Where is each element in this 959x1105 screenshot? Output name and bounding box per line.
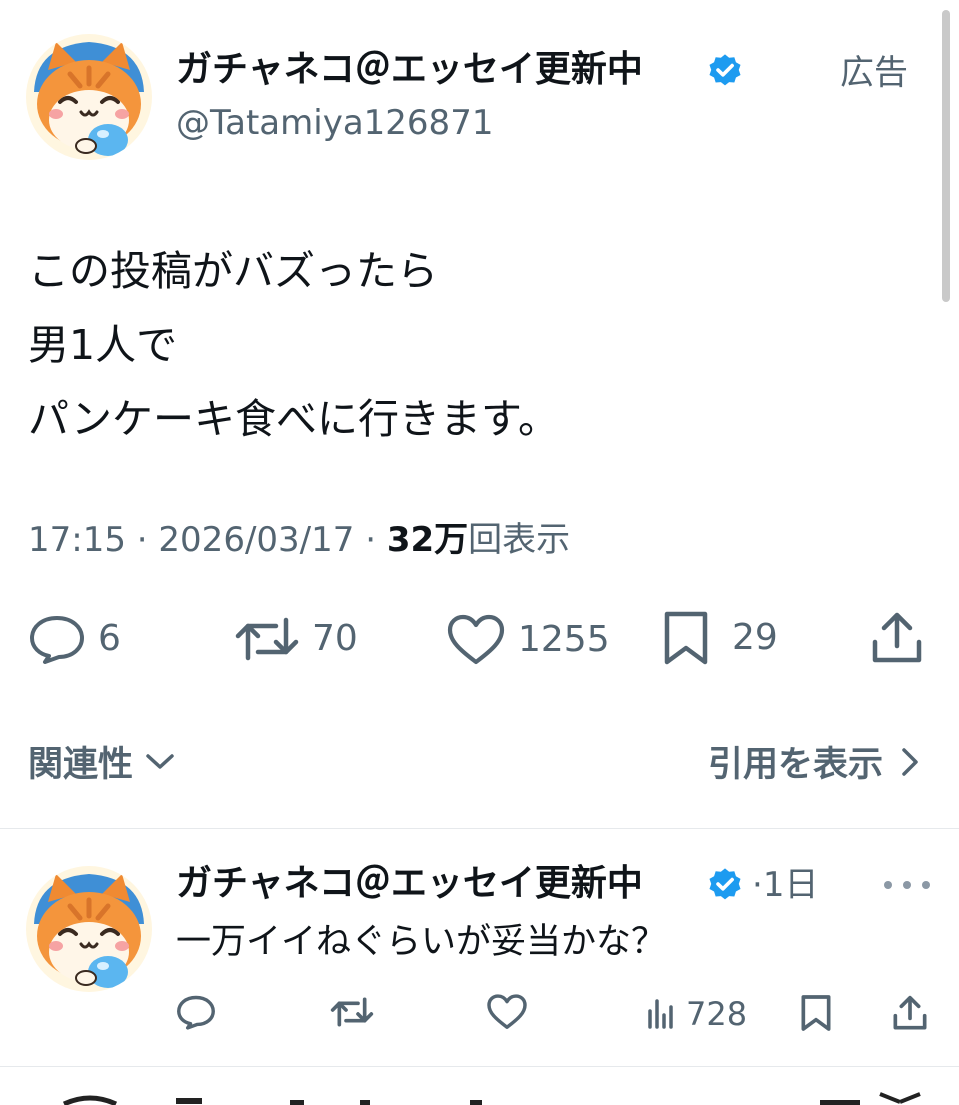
bookmark-button[interactable]: 29 xyxy=(662,610,778,666)
post-meta: 17:15 · 2026/03/17 · 32万回表示 xyxy=(28,518,570,562)
post-text: この投稿がバズったら 男1人で パンケーキ食べに行きます。 xyxy=(28,234,559,456)
sort-relevance-dropdown[interactable]: 関連性 xyxy=(28,736,177,787)
more-icon[interactable] xyxy=(884,872,930,898)
post-text-line: この投稿がバズったら xyxy=(28,247,438,295)
repost-icon xyxy=(235,617,299,661)
share-icon xyxy=(893,995,927,1030)
scrollbar[interactable] xyxy=(942,10,950,302)
reply-icon xyxy=(177,995,215,1030)
author-handle[interactable]: @Tatamiya126871 xyxy=(176,102,493,144)
bookmark-icon xyxy=(801,995,831,1031)
reply-bookmark-button[interactable] xyxy=(800,994,832,1032)
reply-text: 一万イイねぐらいが妥当かな？ xyxy=(176,922,667,962)
repost-icon xyxy=(330,997,374,1027)
reply-views-count: 728 xyxy=(686,995,748,1033)
reply-avatar[interactable] xyxy=(26,866,152,992)
verified-badge-icon xyxy=(709,868,741,900)
chevron-down-icon xyxy=(146,753,174,769)
reply-reply-button[interactable] xyxy=(176,994,216,1030)
post-text-line: パンケーキ食べに行きます。 xyxy=(28,395,559,443)
reply-time: 1日 xyxy=(762,865,819,905)
chevron-right-icon xyxy=(902,747,918,776)
view-quotes-link[interactable]: 引用を表示 xyxy=(708,736,923,787)
meta-separator: · xyxy=(136,520,148,560)
views-count: 32万 xyxy=(386,520,469,560)
reply-icon xyxy=(30,616,84,664)
views-label: 回表示 xyxy=(468,520,571,560)
post-date[interactable]: 2026/03/17 xyxy=(158,520,354,560)
divider xyxy=(0,828,959,829)
reply-like-button[interactable] xyxy=(486,994,528,1030)
author-name[interactable]: ガチャネコ＠エッセイ更新中 xyxy=(176,48,643,92)
repost-count: 70 xyxy=(312,618,358,659)
heart-icon xyxy=(487,994,527,1029)
heart-icon xyxy=(447,614,505,665)
like-count: 1255 xyxy=(518,619,610,660)
reply-views-button[interactable]: 728 xyxy=(644,994,747,1034)
share-button[interactable] xyxy=(870,610,924,666)
meta-separator: · xyxy=(365,520,377,560)
reply-button[interactable]: 6 xyxy=(28,614,121,664)
sort-label: 関連性 xyxy=(28,745,134,785)
analytics-icon xyxy=(648,999,673,1029)
author-avatar[interactable] xyxy=(26,34,152,160)
ad-label: 広告 xyxy=(840,53,908,93)
like-button[interactable]: 1255 xyxy=(446,614,610,666)
meta-separator: · xyxy=(752,865,763,905)
verified-badge-icon xyxy=(709,54,741,86)
bookmark-icon xyxy=(664,611,708,665)
repost-button[interactable]: 70 xyxy=(234,614,358,664)
bookmark-count: 29 xyxy=(732,617,778,658)
post-time[interactable]: 17:15 xyxy=(28,520,126,560)
view-quotes-label: 引用を表示 xyxy=(707,745,883,785)
divider xyxy=(0,1066,959,1067)
next-reply-peek xyxy=(0,1088,959,1105)
share-icon xyxy=(872,612,922,663)
reply-author-name[interactable]: ガチャネコ＠エッセイ更新中 xyxy=(176,862,643,906)
post-text-line: 男1人で xyxy=(28,321,178,369)
reply-timestamp[interactable]: ·1日 xyxy=(752,864,818,906)
reply-repost-button[interactable] xyxy=(330,994,374,1030)
reply-count: 6 xyxy=(98,618,121,659)
reply-share-button[interactable] xyxy=(892,994,928,1032)
